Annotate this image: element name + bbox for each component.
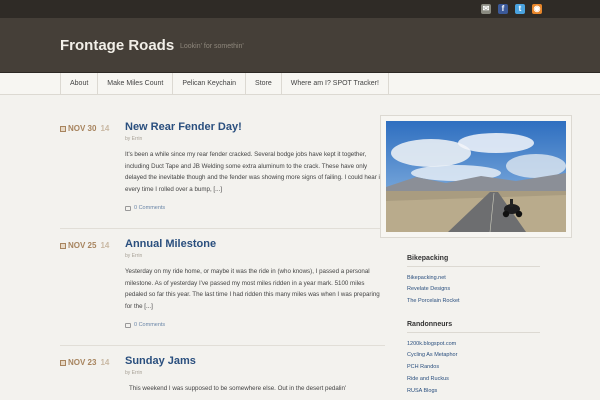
nav-make-miles-count[interactable]: Make Miles Count — [98, 73, 174, 95]
comment-icon — [125, 205, 131, 211]
post-date-month-day: NOV 23 — [68, 358, 97, 367]
post-excerpt: This weekend I was supposed to be somewh… — [129, 385, 347, 392]
post-author[interactable]: by Errin — [125, 136, 142, 142]
post-date-year: 14 — [100, 358, 110, 367]
rss-icon[interactable]: ◉ — [532, 4, 542, 14]
nav-pelican-keychain[interactable]: Pelican Keychain — [173, 73, 247, 95]
post: NOV 30 14 New Rear Fender Day! by Errin … — [60, 119, 385, 219]
widget-divider — [407, 266, 540, 267]
widget-title-randonneurs: Randonneurs — [407, 321, 453, 328]
nav-spot-tracker[interactable]: Where am I? SPOT Tracker! — [282, 73, 389, 95]
site-header: Frontage Roads Lookin' for somethin' — [0, 18, 600, 73]
post-comments-link[interactable]: 0 Comments — [125, 322, 165, 328]
post-title[interactable]: Sunday Jams — [125, 355, 196, 367]
sidebar-photo-frame — [380, 115, 572, 238]
widget-title-bikepacking: Bikepacking — [407, 255, 449, 262]
post-excerpt: Yesterday on my ride home, or maybe it w… — [125, 268, 380, 310]
calendar-icon — [60, 242, 66, 249]
desert-road-photo — [386, 121, 566, 233]
post-date: NOV 25 14 — [60, 241, 109, 250]
calendar-icon — [60, 125, 66, 132]
link-pch-randos[interactable]: PCH Randos — [407, 364, 439, 370]
post-date-month-day: NOV 25 — [68, 241, 97, 250]
post-date-month-day: NOV 30 — [68, 124, 97, 133]
post-title[interactable]: Annual Milestone — [125, 238, 216, 250]
site-title[interactable]: Frontage Roads — [60, 37, 174, 54]
link-porcelain-rocket[interactable]: The Porcelain Rocket — [407, 298, 460, 304]
post-comments-count: 0 Comments — [134, 205, 166, 211]
post-comments-link[interactable]: 0 Comments — [125, 205, 165, 211]
site-tagline: Lookin' for somethin' — [180, 43, 244, 50]
post-author[interactable]: by Errin — [125, 253, 142, 259]
post-separator — [60, 228, 385, 229]
calendar-icon — [60, 359, 66, 366]
nav-store[interactable]: Store — [246, 73, 282, 95]
top-bar: ✉ f t ◉ — [0, 0, 600, 18]
post: NOV 23 14 Sunday Jams by Errin This week… — [60, 353, 385, 400]
post-comments-count: 0 Comments — [134, 322, 166, 328]
comment-icon — [125, 322, 131, 328]
post-title[interactable]: New Rear Fender Day! — [125, 121, 242, 133]
link-1200k[interactable]: 1200k.blogspot.com — [407, 341, 456, 347]
post-date: NOV 30 14 — [60, 124, 109, 133]
widget-divider — [407, 332, 540, 333]
facebook-icon[interactable]: f — [498, 4, 508, 14]
post-separator — [60, 345, 385, 346]
post-date-year: 14 — [100, 124, 110, 133]
post-date: NOV 23 14 — [60, 358, 109, 367]
social-links: ✉ f t ◉ — [481, 4, 542, 14]
twitter-icon[interactable]: t — [515, 4, 525, 14]
nav-about[interactable]: About — [61, 73, 99, 95]
post-excerpt: It's been a while since my rear fender c… — [125, 151, 382, 193]
link-revelate-designs[interactable]: Revelate Designs — [407, 286, 450, 292]
post: NOV 25 14 Annual Milestone by Errin Yest… — [60, 236, 385, 336]
link-bikepacking-net[interactable]: Bikepacking.net — [407, 275, 446, 281]
link-cycling-as-metaphor[interactable]: Cycling As Metaphor — [407, 352, 457, 358]
post-author[interactable]: by Errin — [125, 370, 142, 376]
link-ride-and-ruckus[interactable]: Ride and Ruckus — [407, 376, 449, 382]
email-icon[interactable]: ✉ — [481, 4, 491, 14]
main-nav: About Make Miles Count Pelican Keychain … — [0, 73, 600, 95]
link-rusa-blogs[interactable]: RUSA Blogs — [407, 388, 437, 394]
post-date-year: 14 — [100, 241, 110, 250]
